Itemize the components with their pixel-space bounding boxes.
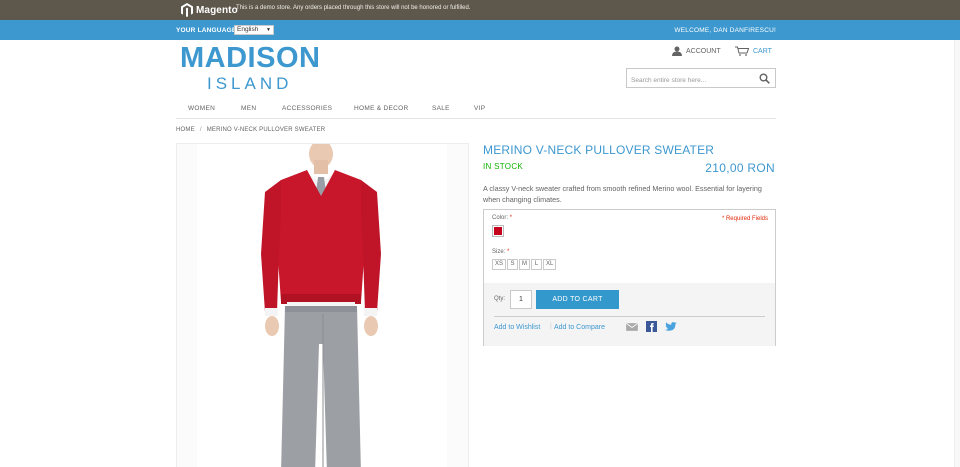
add-to-cart-button[interactable]: ADD TO CART [536,290,619,309]
actions-divider [494,316,765,317]
add-to-wishlist-link[interactable]: Add to Wishlist [494,324,540,331]
product-options: Color: * * Required Fields Size: * XS S … [483,209,776,346]
account-label: ACCOUNT [686,47,721,55]
breadcrumb-home[interactable]: HOME [176,127,195,133]
color-label: Color: * [492,215,512,221]
color-swatch-red[interactable] [492,225,504,237]
qty-input[interactable]: 1 [510,290,532,309]
size-label: Size: * [492,249,509,255]
product-photo [197,144,447,467]
demo-notice-bar: Magento This is a demo store. Any orders… [0,0,960,20]
size-option-xs[interactable]: XS [492,259,507,270]
logo-main-text: MADISON [180,42,321,74]
magento-logo-icon [181,3,193,17]
facebook-icon[interactable] [646,321,657,332]
magento-logo: Magento [181,2,238,18]
account-link[interactable]: ACCOUNT [672,46,721,56]
nav-item-home-decor[interactable]: HOME & DECOR [354,105,409,112]
product-price: 210,00 RON [705,161,775,175]
nav-item-vip[interactable]: VIP [474,105,485,112]
twitter-icon[interactable] [665,321,677,332]
language-label: YOUR LANGUAGE: [176,27,239,34]
size-option-m[interactable]: M [519,259,531,270]
search-input[interactable] [627,71,755,90]
size-label-text: Size: [492,249,506,255]
breadcrumb-separator: / [199,127,202,133]
email-icon[interactable] [626,322,638,331]
size-required-star: * [507,249,510,255]
add-to-compare-link[interactable]: Add to Compare [554,324,605,331]
stock-status: IN STOCK [483,162,524,171]
nav-item-sale[interactable]: SALE [432,105,450,112]
size-options: XS S M L XL [492,259,557,270]
cart-label: CART [753,47,772,55]
size-option-s[interactable]: S [507,259,519,270]
header-strip: YOUR LANGUAGE: English ▼ WELCOME, DAN DA… [0,20,960,40]
share-links [626,321,677,332]
nav-item-women[interactable]: WOMEN [188,105,215,112]
search-icon[interactable] [759,73,770,84]
cart-link[interactable]: CART [735,46,772,56]
link-separator: | [550,323,552,330]
nav-item-accessories[interactable]: ACCESSORIES [282,105,332,112]
search-box [626,68,776,90]
magento-logo-text: Magento [196,4,238,16]
product-image[interactable] [176,143,469,467]
breadcrumb-current: MERINO V-NECK PULLOVER SWEATER [206,127,326,133]
qty-label: Qty: [494,296,506,302]
cart-icon [735,46,749,56]
color-label-text: Color: [492,215,509,221]
language-select-value: English [237,26,259,33]
logo-sub-text: ISLAND [207,74,293,93]
welcome-message: WELCOME, DAN DANFIRESCU! [674,27,776,34]
user-icon [672,46,682,56]
size-option-xl[interactable]: XL [543,259,557,270]
product-title: MERINO V-NECK PULLOVER SWEATER [483,143,715,157]
swatch-fill [494,227,502,235]
required-fields-note: * Required Fields [721,216,768,222]
demo-notice-text: This is a demo store. Any orders placed … [236,5,471,11]
color-required-star: * [509,215,513,221]
chevron-down-icon: ▼ [266,27,271,33]
product-description: A classy V-neck sweater crafted from smo… [483,184,762,204]
language-select[interactable]: English ▼ [234,25,274,35]
nav-divider [176,118,776,119]
size-option-l[interactable]: L [531,259,543,270]
nav-item-men[interactable]: MEN [241,105,256,112]
scrollbar[interactable] [954,40,960,467]
breadcrumb: HOME / MERINO V-NECK PULLOVER SWEATER [176,127,325,133]
